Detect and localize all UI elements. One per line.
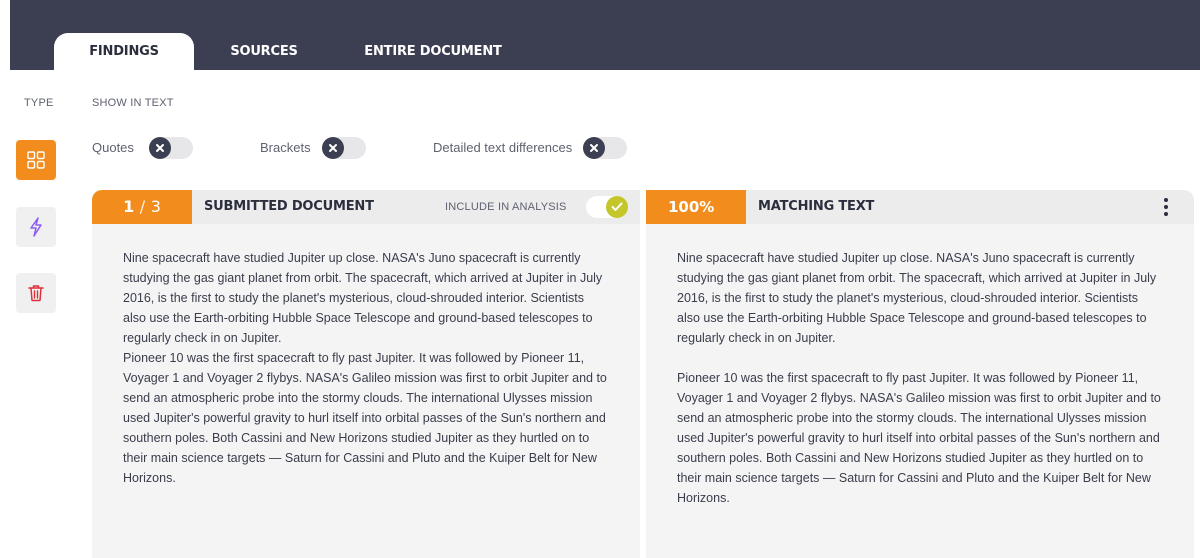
trash-icon: [28, 285, 44, 302]
finding-counter: 1 / 3: [92, 190, 192, 224]
kebab-dot: [1164, 198, 1168, 202]
paragraph: Nine spacecraft have studied Jupiter up …: [123, 251, 603, 345]
include-in-analysis-toggle[interactable]: [586, 196, 628, 218]
more-options-button[interactable]: [1158, 197, 1174, 217]
kebab-dot: [1164, 205, 1168, 209]
top-nav-bar: FINDINGS SOURCES ENTIRE DOCUMENT: [10, 0, 1200, 70]
toggle-knob: [606, 196, 628, 218]
submitted-document-panel: 1 / 3 SUBMITTED DOCUMENT INCLUDE IN ANAL…: [92, 190, 640, 558]
tab-sources[interactable]: SOURCES: [209, 33, 319, 70]
brackets-label: Brackets: [260, 140, 311, 155]
type-lightning-button[interactable]: [16, 207, 56, 247]
type-trash-button[interactable]: [16, 273, 56, 313]
include-in-analysis-label: INCLUDE IN ANALYSIS: [445, 201, 567, 213]
toggle-knob: [583, 137, 605, 159]
matching-text-body: Nine spacecraft have studied Jupiter up …: [646, 224, 1194, 558]
grid-icon: [27, 151, 45, 169]
match-percent-badge: 100%: [646, 190, 746, 224]
kebab-dot: [1164, 212, 1168, 216]
matching-text-header: 100% MATCHING TEXT: [646, 190, 1194, 224]
type-label: TYPE: [24, 97, 54, 109]
close-icon: [590, 144, 598, 152]
toggle-knob: [322, 137, 344, 159]
tab-findings[interactable]: FINDINGS: [54, 33, 194, 70]
check-icon: [611, 202, 623, 211]
paragraph: Pioneer 10 was the first spacecraft to f…: [677, 371, 1161, 505]
close-icon: [329, 144, 337, 152]
detailed-text-differences-toggle[interactable]: [583, 137, 627, 159]
paragraph: Pioneer 10 was the first spacecraft to f…: [123, 351, 607, 485]
detailed-text-differences-label: Detailed text differences: [433, 140, 573, 155]
matching-text-panel: 100% MATCHING TEXT Nine spacecraft have …: [646, 190, 1194, 558]
submitted-document-text: Nine spacecraft have studied Jupiter up …: [92, 224, 640, 558]
show-in-text-label: SHOW IN TEXT: [92, 97, 174, 109]
total-findings: 3: [150, 197, 161, 216]
toggle-knob: [149, 137, 171, 159]
quotes-toggle[interactable]: [149, 137, 193, 159]
brackets-toggle[interactable]: [322, 137, 366, 159]
submitted-document-title: SUBMITTED DOCUMENT: [204, 199, 374, 214]
matching-text-title: MATCHING TEXT: [758, 199, 875, 214]
paragraph: Nine spacecraft have studied Jupiter up …: [677, 251, 1157, 345]
lightning-icon: [30, 217, 42, 237]
quotes-label: Quotes: [92, 140, 134, 155]
tab-entire-document[interactable]: ENTIRE DOCUMENT: [353, 33, 513, 70]
counter-separator: /: [139, 197, 146, 216]
current-finding: 1: [123, 197, 135, 216]
submitted-document-header: 1 / 3 SUBMITTED DOCUMENT INCLUDE IN ANAL…: [92, 190, 640, 224]
type-grid-button[interactable]: [16, 140, 56, 180]
close-icon: [156, 144, 164, 152]
